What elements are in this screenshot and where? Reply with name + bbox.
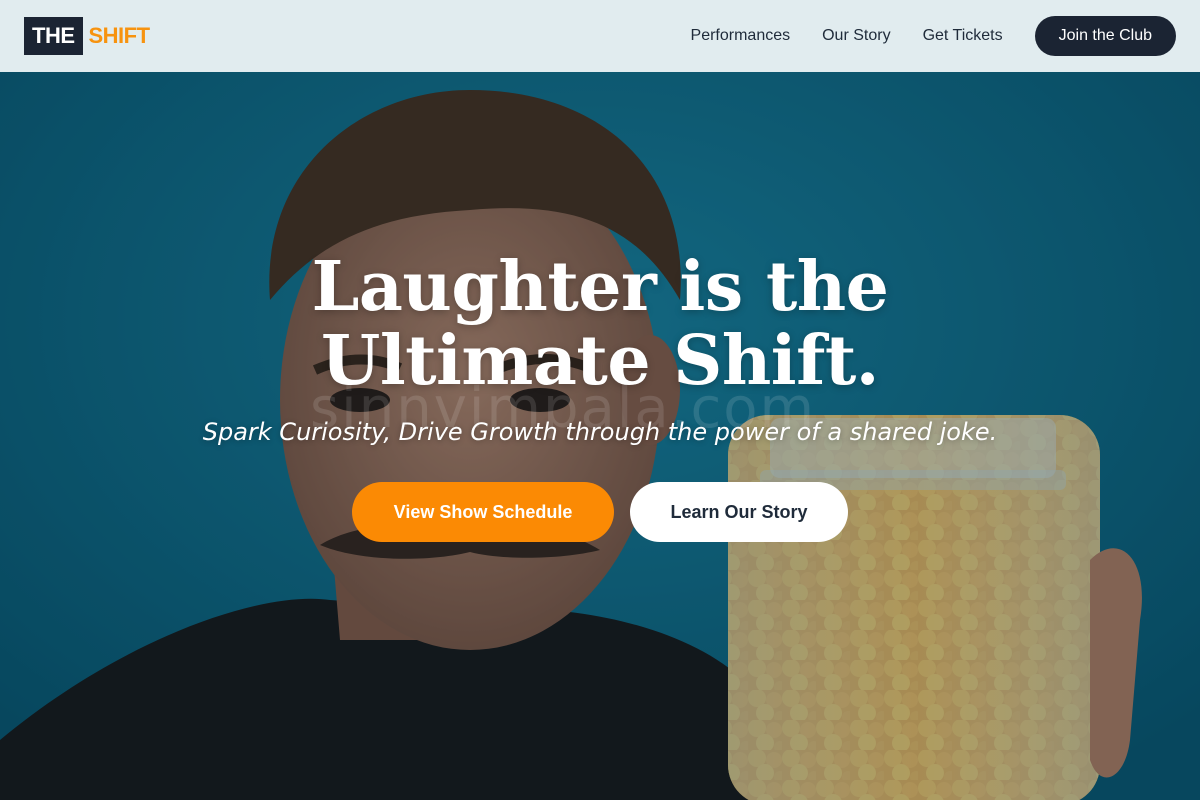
hero-title: Laughter is the Ultimate Shift. xyxy=(311,247,889,401)
learn-our-story-button[interactable]: Learn Our Story xyxy=(630,482,848,542)
hero-subtitle: Spark Curiosity, Drive Growth through th… xyxy=(202,418,998,446)
nav-links: Performances Our Story Get Tickets Join … xyxy=(691,16,1176,56)
logo-shift: SHIFT xyxy=(88,23,151,48)
view-show-schedule-button[interactable]: View Show Schedule xyxy=(352,482,614,542)
top-navigation: THE SHIFT Performances Our Story Get Tic… xyxy=(0,0,1200,72)
logo-the: THE xyxy=(24,17,83,55)
nav-link-our-story[interactable]: Our Story xyxy=(822,27,890,45)
hero-section: Laughter is the Ultimate Shift. Spark Cu… xyxy=(0,250,1200,542)
site-logo[interactable]: THE SHIFT xyxy=(24,17,150,55)
nav-link-get-tickets[interactable]: Get Tickets xyxy=(923,27,1003,45)
hero-buttons: View Show Schedule Learn Our Story xyxy=(0,482,1200,542)
nav-link-performances[interactable]: Performances xyxy=(691,27,791,45)
join-the-club-button[interactable]: Join the Club xyxy=(1034,16,1176,56)
